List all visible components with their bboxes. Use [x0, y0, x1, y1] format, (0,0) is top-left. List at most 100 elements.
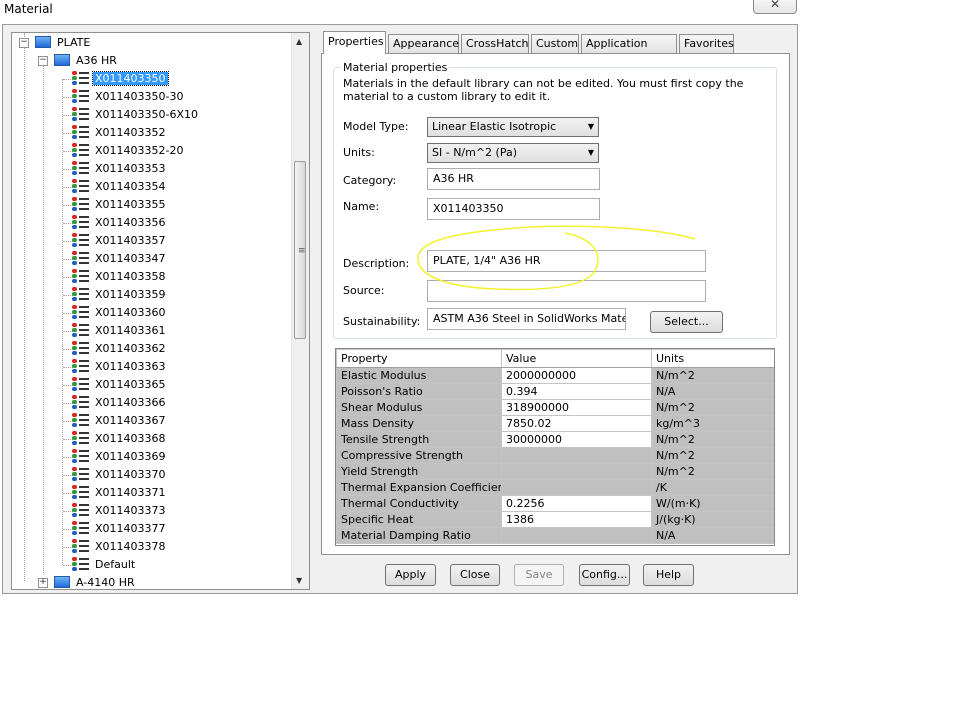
tree-item-material[interactable]: X011403354 [72, 178, 168, 196]
sustainability-field[interactable]: ASTM A36 Steel in SolidWorks Materi [427, 308, 626, 330]
save-button[interactable]: Save [514, 564, 564, 586]
name-field[interactable]: X011403350 [427, 198, 600, 220]
tree-item-material[interactable]: X011403350-6X10 [72, 106, 200, 124]
tree-item-material[interactable]: X011403371 [72, 484, 168, 502]
config-button[interactable]: Config... [579, 564, 630, 586]
material-icon-bar [79, 118, 89, 120]
property-value-cell[interactable] [501, 447, 652, 464]
tree-item-label: X011403352-20 [95, 144, 184, 157]
table-row[interactable]: Tensile Strength 30000000 N/m^2 [336, 431, 774, 448]
tree-item-material[interactable]: X011403368 [72, 430, 168, 448]
material-icon-dot [72, 143, 77, 147]
material-icon-bar [79, 532, 89, 534]
tree-item-material[interactable]: X011403350 [72, 70, 169, 88]
tab-crosshatch[interactable]: CrossHatch [461, 34, 529, 53]
table-row[interactable]: Specific Heat 1386 J/(kg·K) [336, 511, 774, 528]
tree-item-material[interactable]: Default [72, 556, 137, 574]
property-value-cell[interactable] [501, 463, 652, 480]
tree-item-material[interactable]: X011403355 [72, 196, 168, 214]
column-header[interactable]: Property [336, 349, 502, 368]
property-value-cell[interactable]: 30000000 [501, 431, 652, 448]
tree-item-material[interactable]: X011403365 [72, 376, 168, 394]
tree-item-material[interactable]: X011403347 [72, 250, 168, 268]
material-icon-bar [79, 540, 89, 542]
tree-node-a36-hr[interactable]: A36 HR [54, 52, 119, 70]
material-icon [72, 143, 90, 157]
material-icon-dot [72, 531, 77, 535]
tab-application-data[interactable]: Application Data [581, 34, 677, 67]
property-value-cell[interactable] [501, 479, 652, 496]
property-value-cell[interactable]: 1386 [501, 511, 652, 528]
material-icon-dot [72, 423, 77, 427]
units-select[interactable]: SI - N/m^2 (Pa) ▼ [427, 143, 599, 163]
material-icon-dot [72, 261, 77, 265]
tree-item-material[interactable]: X011403377 [72, 520, 168, 538]
apply-button[interactable]: Apply [385, 564, 436, 586]
table-row[interactable]: Compressive Strength N/m^2 [336, 447, 774, 464]
category-field[interactable]: A36 HR [427, 168, 600, 190]
tree-scrollbar[interactable]: ▲ ≡ ▼ [291, 33, 309, 589]
tree-item-material[interactable]: X011403350-30 [72, 88, 186, 106]
table-row[interactable]: Thermal Conductivity 0.2256 W/(m·K) [336, 495, 774, 512]
tree-item-material[interactable]: X011403370 [72, 466, 168, 484]
sustainability-label: Sustainability: [343, 315, 421, 328]
tab-appearance[interactable]: Appearance [388, 34, 459, 53]
tree-item-material[interactable]: X011403352 [72, 124, 168, 142]
table-row[interactable]: Material Damping Ratio N/A [336, 527, 774, 544]
tree-item-material[interactable]: X011403378 [72, 538, 168, 556]
scroll-up-icon[interactable]: ▲ [296, 37, 302, 46]
property-units-cell: kg/m^3 [651, 415, 774, 432]
tree-item-material[interactable]: X011403357 [72, 232, 168, 250]
tab-properties[interactable]: Properties [323, 31, 386, 54]
help-button[interactable]: Help [643, 564, 694, 586]
tree-item-material[interactable]: X011403359 [72, 286, 168, 304]
tree-node-plate[interactable]: PLATE [35, 34, 92, 52]
property-value-cell[interactable]: 7850.02 [501, 415, 652, 432]
property-value-cell[interactable]: 0.394 [501, 383, 652, 400]
select-button[interactable]: Select... [650, 311, 723, 333]
tree-item-material[interactable]: X011403358 [72, 268, 168, 286]
tree-item-material[interactable]: X011403366 [72, 394, 168, 412]
tree-item-material[interactable]: X011403367 [72, 412, 168, 430]
table-row[interactable]: Elastic Modulus 2000000000 N/m^2 [336, 367, 774, 384]
scrollbar-thumb[interactable]: ≡ [294, 161, 306, 339]
tree-item-material[interactable]: X011403352-20 [72, 142, 186, 160]
property-value-cell[interactable]: 0.2256 [501, 495, 652, 512]
column-header[interactable]: Units [651, 349, 774, 368]
material-icon-bar [79, 288, 89, 290]
property-value-cell[interactable]: 2000000000 [501, 367, 652, 384]
material-tree[interactable]: − PLATE − A36 HR X011403350 X011403350-30… [11, 32, 310, 590]
table-row[interactable]: Thermal Expansion Coefficient/K [336, 479, 774, 496]
tree-item-material[interactable]: X011403360 [72, 304, 168, 322]
expand-toggle-a4140[interactable]: + [38, 578, 48, 588]
tree-node-a4140-hr[interactable]: A-4140 HR [54, 574, 137, 589]
table-row[interactable]: Yield Strength N/m^2 [336, 463, 774, 480]
model-type-select[interactable]: Linear Elastic Isotropic ▼ [427, 117, 599, 137]
table-row[interactable]: Shear Modulus 318900000 N/m^2 [336, 399, 774, 416]
property-value-cell[interactable]: 318900000 [501, 399, 652, 416]
table-row[interactable]: Poisson's Ratio 0.394 N/A [336, 383, 774, 400]
tree-item-material[interactable]: X011403356 [72, 214, 168, 232]
tab-custom[interactable]: Custom [531, 34, 579, 53]
column-header[interactable]: Value [501, 349, 652, 368]
scroll-down-icon[interactable]: ▼ [296, 576, 302, 585]
window-close-button[interactable]: ✕ [753, 0, 797, 14]
close-button[interactable]: Close [450, 564, 500, 586]
tree-item-material[interactable]: X011403373 [72, 502, 168, 520]
tree-item-material[interactable]: X011403361 [72, 322, 168, 340]
tab-favorites[interactable]: Favorites [679, 34, 734, 53]
collapse-toggle-plate[interactable]: − [19, 38, 29, 48]
collapse-toggle-a36[interactable]: − [38, 56, 48, 66]
tree-item-material[interactable]: X011403369 [72, 448, 168, 466]
tree-item-material[interactable]: X011403362 [72, 340, 168, 358]
table-row[interactable]: Mass Density 7850.02 kg/m^3 [336, 415, 774, 432]
material-icon-dot [72, 382, 77, 386]
window-title: Material [4, 2, 53, 16]
properties-table[interactable]: Property Value Units Elastic Modulus 200000… [335, 348, 775, 546]
material-icon-dot [72, 485, 77, 489]
tree-item-material[interactable]: X011403353 [72, 160, 168, 178]
chevron-down-icon: ▼ [587, 148, 594, 157]
material-icon-dot [72, 130, 77, 134]
property-value-cell[interactable] [501, 527, 652, 544]
tree-item-material[interactable]: X011403363 [72, 358, 168, 376]
